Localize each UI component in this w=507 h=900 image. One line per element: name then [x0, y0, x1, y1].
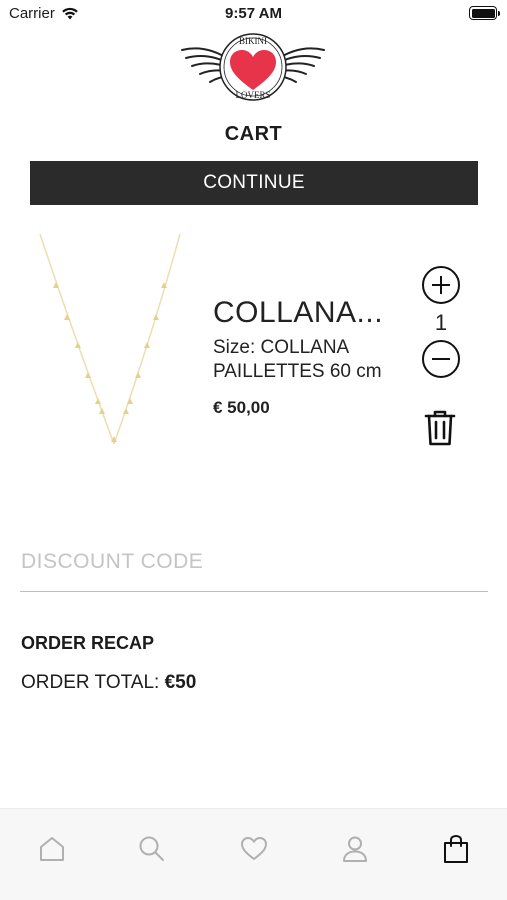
user-icon: [343, 836, 367, 862]
product-image[interactable]: [34, 226, 189, 452]
battery-icon: [469, 6, 500, 20]
tab-search[interactable]: [132, 829, 172, 869]
order-total: ORDER TOTAL: €50: [21, 672, 196, 694]
continue-button[interactable]: CONTINUE: [30, 161, 478, 205]
home-icon: [40, 837, 64, 861]
product-name[interactable]: COLLANA...: [213, 296, 403, 330]
page-title: CART: [224, 123, 283, 145]
order-total-value: €50: [164, 672, 197, 693]
discount-code-input[interactable]: [20, 536, 488, 592]
tab-wishlist[interactable]: [234, 829, 274, 869]
tab-home[interactable]: [32, 829, 72, 869]
tab-bar: [0, 808, 507, 900]
status-time: 9:57 AM: [225, 5, 282, 22]
heart-icon: [241, 837, 267, 860]
tab-account[interactable]: [335, 829, 375, 869]
product-size: Size: COLLANA PAILLETTES 60 cm: [213, 336, 403, 384]
order-recap-title: ORDER RECAP: [21, 633, 155, 653]
trash-icon[interactable]: [423, 408, 457, 448]
order-total-label: ORDER TOTAL:: [21, 672, 160, 693]
increase-quantity-button[interactable]: [422, 266, 460, 304]
logo-text-top: BIKINI: [239, 36, 267, 46]
search-icon: [139, 836, 164, 861]
product-size-line-1: Size: COLLANA: [213, 337, 350, 358]
minus-icon: [432, 358, 450, 360]
product-info: COLLANA... Size: COLLANA PAILLETTES 60 c…: [213, 296, 403, 418]
bag-icon: [444, 834, 468, 863]
logo-text-bottom: LOVERS: [235, 90, 270, 100]
quantity-stepper: 1: [420, 266, 462, 378]
brand-logo: BIKINI LOVERS: [181, 33, 325, 101]
status-bar: Carrier 9:57 AM: [0, 0, 507, 28]
product-size-line-2: PAILLETTES 60 cm: [213, 361, 382, 382]
quantity-value: 1: [434, 310, 448, 335]
tab-cart[interactable]: [436, 829, 476, 869]
decrease-quantity-button[interactable]: [422, 340, 460, 378]
product-price: € 50,00: [213, 398, 270, 417]
